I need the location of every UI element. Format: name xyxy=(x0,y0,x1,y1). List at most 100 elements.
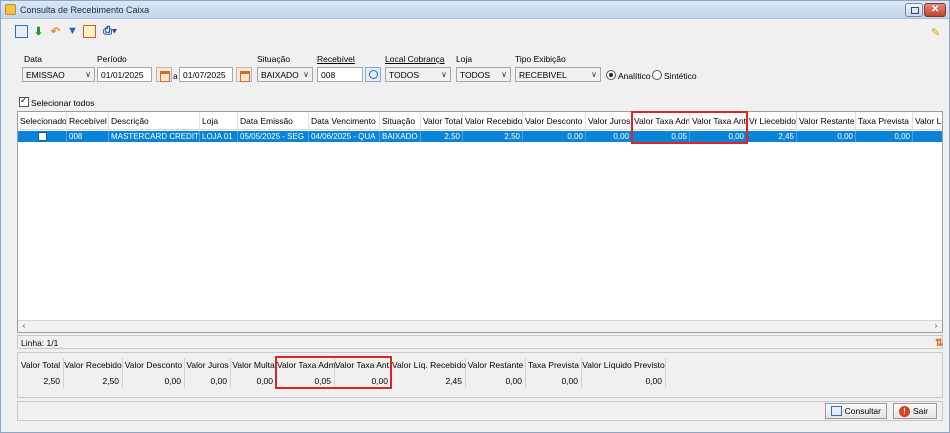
tipo-exibicao-value: RECEBIVEL xyxy=(519,70,567,80)
radio-analitico[interactable] xyxy=(606,70,616,80)
consultar-button[interactable]: Consultar xyxy=(825,403,887,419)
col-header[interactable]: Data Emissão xyxy=(238,112,309,130)
results-grid[interactable]: Selecionado Recebível Descrição Loja Dat… xyxy=(17,111,943,333)
data-select-value: EMISSAO xyxy=(26,70,65,80)
recebivel-field[interactable]: 008 xyxy=(317,67,363,82)
total-valor-taxa-ant: Valor Taxa Ant. 0,00 xyxy=(335,358,392,388)
col-header[interactable]: Valor Total xyxy=(421,112,463,130)
selecionar-todos-label: Selecionar todos xyxy=(31,98,95,108)
row-select-cell[interactable] xyxy=(18,131,67,142)
cell-situacao: BAIXADO xyxy=(380,131,421,142)
total-valor-juros: Valor Juros 0,00 xyxy=(185,358,231,388)
chevron-down-icon: ∨ xyxy=(441,70,447,79)
radio-sintetico-label: Sintético xyxy=(664,71,697,81)
total-label: Valor Taxa Adm. xyxy=(277,360,339,370)
cell-valor-total: 2,50 xyxy=(421,131,463,142)
situacao-select[interactable]: BAIXADO ∨ xyxy=(257,67,313,82)
close-button[interactable] xyxy=(924,3,946,17)
chevron-down-icon: ∨ xyxy=(85,70,91,79)
cell-loja: LOJA 01 xyxy=(200,131,238,142)
print-icon[interactable]: ⎙▾ xyxy=(100,25,120,38)
data-select[interactable]: EMISSAO ∨ xyxy=(22,67,95,82)
sair-button[interactable]: ! Sair xyxy=(893,403,937,419)
col-header[interactable]: Valor Líq xyxy=(913,112,942,130)
calendar-icon[interactable] xyxy=(236,67,252,82)
total-value: 0,00 xyxy=(164,376,181,386)
edit-icon[interactable] xyxy=(83,24,96,38)
periodo-to-field[interactable]: 01/07/2025 xyxy=(179,67,233,82)
total-valor-taxa-adm: Valor Taxa Adm. 0,05 xyxy=(277,358,339,388)
bottom-bar xyxy=(17,401,943,421)
local-cobranca-select[interactable]: TODOS ∨ xyxy=(385,67,451,82)
sort-icon[interactable]: ⇅ xyxy=(935,338,945,349)
col-header[interactable]: Valor Taxa Ant. xyxy=(690,112,747,130)
chevron-down-icon: ∨ xyxy=(303,70,309,79)
total-label: Valor Recebido xyxy=(64,360,122,370)
cell-valor-recebido: 2,50 xyxy=(463,131,523,142)
col-header[interactable]: Selecionado xyxy=(18,112,67,130)
status-line: Linha: 1/1 xyxy=(17,335,943,349)
total-value: 2,50 xyxy=(43,376,60,386)
local-cobranca-value: TODOS xyxy=(389,70,420,80)
col-header[interactable]: Recebível xyxy=(67,112,109,130)
periodo-label: Período xyxy=(97,54,127,64)
magic-wand-icon[interactable]: ✎ xyxy=(931,26,943,39)
total-value: 0,00 xyxy=(256,376,273,386)
cell-valor-liquido xyxy=(913,131,942,142)
cell-valor-taxa-adm: 0,05 xyxy=(632,131,690,142)
toolbar: ⬇ ↶ ▼ ⎙▾ xyxy=(15,23,120,39)
exit-icon: ! xyxy=(899,405,910,417)
total-valor-multa: Valor Multa 0,00 xyxy=(231,358,277,388)
total-label: Valor Taxa Ant. xyxy=(335,360,392,370)
col-header[interactable]: Valor Desconto xyxy=(523,112,586,130)
col-header[interactable]: Taxa Prevista xyxy=(856,112,913,130)
grid-header: Selecionado Recebível Descrição Loja Dat… xyxy=(18,112,942,130)
col-header[interactable]: Valor Taxa Adm. xyxy=(632,112,690,130)
loja-select[interactable]: TODOS ∨ xyxy=(456,67,511,82)
undo-icon[interactable]: ↶ xyxy=(49,25,62,38)
search-icon[interactable] xyxy=(15,24,28,38)
scroll-right-icon[interactable]: › xyxy=(930,321,942,332)
chevron-down-icon: ∨ xyxy=(591,70,597,79)
periodo-from-field[interactable]: 01/01/2025 xyxy=(97,67,152,82)
horizontal-scrollbar[interactable]: ‹ › xyxy=(18,320,942,332)
total-valor-recebido: Valor Recebido 2,50 xyxy=(64,358,123,388)
total-valor-total: Valor Total 2,50 xyxy=(18,358,64,388)
main-window: Consulta de Recebimento Caixa ⬇ ↶ ▼ ⎙▾ ✎… xyxy=(0,0,950,433)
col-header[interactable]: Valor Restante xyxy=(797,112,856,130)
cell-valor-restante: 0,00 xyxy=(797,131,856,142)
calendar-icon[interactable] xyxy=(156,67,172,82)
cell-valor-taxa-ant: 0,00 xyxy=(690,131,747,142)
col-header[interactable]: Situação xyxy=(380,112,421,130)
total-label: Valor Total xyxy=(20,360,61,370)
search-icon[interactable] xyxy=(365,67,381,82)
col-header[interactable]: Vr Liecebido xyxy=(747,112,797,130)
selecionar-todos-checkbox[interactable] xyxy=(19,95,29,107)
filter-icon[interactable]: ▼ xyxy=(66,25,79,38)
local-cobranca-label[interactable]: Local Cobrança xyxy=(385,54,445,64)
col-header[interactable]: Data Vencimento xyxy=(309,112,380,130)
radio-analitico-label: Analítico xyxy=(618,71,651,81)
restore-button[interactable] xyxy=(905,3,923,17)
total-label: Valor Líq. Recebido xyxy=(392,360,467,370)
row-checkbox[interactable] xyxy=(38,132,47,141)
search-icon xyxy=(831,406,842,416)
col-header[interactable]: Loja xyxy=(200,112,238,130)
cell-vr-liq-recebido: 2,45 xyxy=(747,131,797,142)
download-icon[interactable]: ⬇ xyxy=(32,25,45,38)
col-header[interactable]: Descrição xyxy=(109,112,200,130)
tipo-exibicao-select[interactable]: RECEBIVEL ∨ xyxy=(515,67,601,82)
col-header[interactable]: Valor Juros xyxy=(586,112,632,130)
loja-label: Loja xyxy=(456,54,473,64)
total-label: Taxa Prevista xyxy=(527,360,580,370)
cell-recebivel: 008 xyxy=(67,131,109,142)
total-valor-desconto: Valor Desconto 0,00 xyxy=(123,358,185,388)
title-bar: Consulta de Recebimento Caixa xyxy=(1,1,949,19)
situacao-select-value: BAIXADO xyxy=(261,70,299,80)
table-row[interactable]: 008 MASTERCARD CREDITO LOJA 01 05/05/202… xyxy=(18,131,942,142)
radio-sintetico[interactable] xyxy=(652,70,662,80)
scroll-left-icon[interactable]: ‹ xyxy=(18,321,30,332)
recebivel-label[interactable]: Recebível xyxy=(317,54,355,64)
col-header[interactable]: Valor Recebido xyxy=(463,112,523,130)
total-label: Valor Multa xyxy=(232,360,275,370)
